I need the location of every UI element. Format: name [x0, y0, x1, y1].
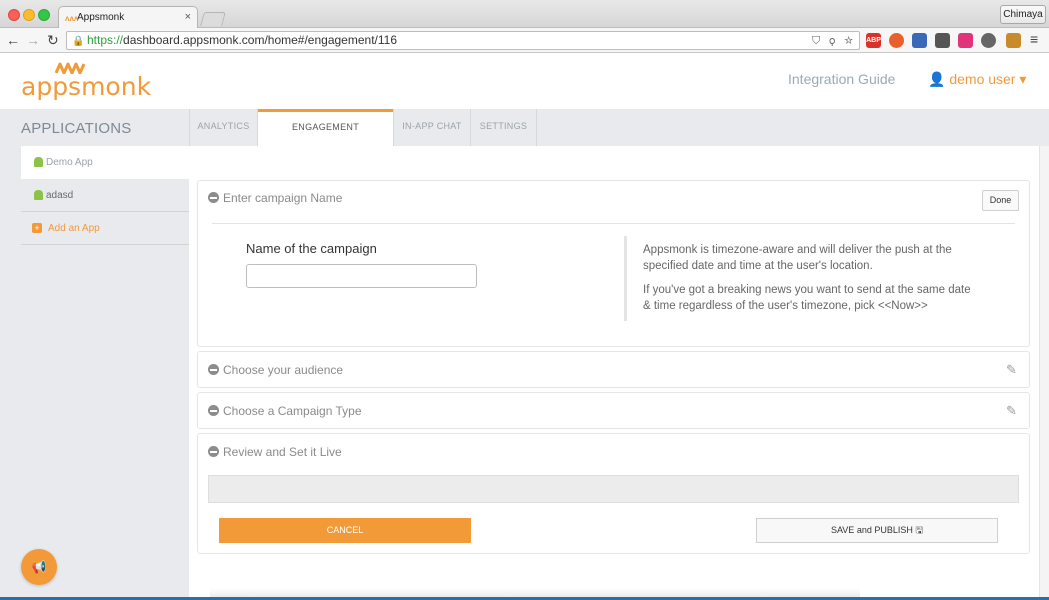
record-extension-icon[interactable]: [958, 33, 973, 48]
scrollbar[interactable]: [1039, 146, 1049, 600]
user-menu-label: demo user ▾: [949, 71, 1027, 87]
pencil-extension-icon[interactable]: [1006, 33, 1021, 48]
collapse-icon[interactable]: [208, 446, 219, 457]
fire-extension-icon[interactable]: [889, 33, 904, 48]
megaphone-icon: 📢: [31, 560, 47, 574]
sidebar-item-adasd[interactable]: adasd: [21, 179, 189, 212]
lock-icon: 🔒: [72, 36, 85, 47]
collapse-icon[interactable]: [208, 364, 219, 375]
collapse-icon[interactable]: [208, 405, 219, 416]
settings-extension-icon[interactable]: [981, 33, 996, 48]
sidebar-item-add-app[interactable]: + Add an App: [21, 212, 189, 245]
pencil-edit-icon[interactable]: ✎: [1006, 362, 1017, 378]
url-path: dashboard.appsmonk.com/home#/engagement/…: [123, 33, 397, 47]
tab-in-app-chat[interactable]: IN-APP CHAT: [393, 109, 471, 146]
adblock-extension-icon[interactable]: ABP: [866, 33, 881, 48]
cancel-button[interactable]: CANCEL: [219, 518, 471, 543]
user-icon: 👤: [928, 71, 946, 87]
browser-tabbar: ʌʌʌ Appsmonk × Chimaya: [0, 0, 1049, 28]
tab-analytics[interactable]: ANALYTICS: [189, 109, 258, 146]
android-icon: [34, 157, 43, 167]
campaign-name-label: Name of the campaign: [246, 241, 377, 256]
tab-engagement[interactable]: ENGAGEMENT: [258, 109, 393, 146]
address-bar-icons[interactable]: ⛉ ⚲ ☆: [812, 33, 856, 50]
minimize-window-button[interactable]: [23, 9, 35, 21]
close-window-button[interactable]: [8, 9, 20, 21]
megaphone-fab-button[interactable]: 📢: [21, 549, 57, 585]
back-arrow-icon[interactable]: ←: [6, 32, 20, 48]
reload-icon[interactable]: ↻: [47, 32, 59, 48]
breaking-news-info-text: If you've got a breaking news you want t…: [643, 284, 971, 312]
address-bar[interactable]: 🔒 https://dashboard.appsmonk.com/home#/e…: [66, 31, 860, 50]
section-title-campaign-name[interactable]: Enter campaign Name: [223, 191, 342, 205]
browser-tab-title: Appsmonk: [77, 12, 125, 23]
section-title-review[interactable]: Review and Set it Live: [223, 445, 342, 459]
user-menu[interactable]: 👤 demo user ▾: [928, 71, 1026, 88]
divider: [212, 223, 1015, 224]
pencil-edit-icon[interactable]: ✎: [1006, 403, 1017, 419]
collapse-icon[interactable]: [208, 192, 219, 203]
sidebar-title: APPLICATIONS: [21, 120, 132, 137]
pocket-extension-icon[interactable]: [935, 33, 950, 48]
done-button[interactable]: Done: [982, 190, 1019, 211]
browser-tab[interactable]: ʌʌʌ Appsmonk ×: [58, 6, 198, 28]
forward-arrow-icon[interactable]: →: [26, 32, 40, 48]
android-icon: [34, 190, 43, 200]
browser-profile-button[interactable]: Chimaya: [1000, 5, 1046, 24]
section-title-campaign-type[interactable]: Choose a Campaign Type: [223, 404, 362, 418]
sidebar-item-label: Demo App: [46, 157, 93, 168]
sidebar-item-label: Add an App: [48, 223, 100, 234]
info-quote-bar: [624, 236, 627, 321]
menu-icon[interactable]: ≡: [1030, 31, 1038, 47]
section-title-audience[interactable]: Choose your audience: [223, 363, 343, 377]
sidebar-item-label: adasd: [46, 190, 74, 201]
campaign-name-input[interactable]: [246, 264, 477, 288]
integration-guide-link[interactable]: Integration Guide: [788, 71, 895, 87]
browser-toolbar: ← → ↻ 🔒 https://dashboard.appsmonk.com/h…: [0, 28, 1049, 53]
close-tab-icon[interactable]: ×: [185, 11, 191, 23]
appsmonk-logo-text[interactable]: appsmonk: [21, 72, 151, 101]
url-scheme: https://: [87, 33, 124, 47]
new-tab-button[interactable]: [200, 12, 226, 26]
v-extension-icon[interactable]: [912, 33, 927, 48]
tab-settings[interactable]: SETTINGS: [471, 109, 537, 146]
save-and-publish-button[interactable]: SAVE and PUBLISH 🖫: [756, 518, 998, 543]
plus-icon: +: [32, 223, 42, 233]
maximize-window-button[interactable]: [38, 9, 50, 21]
sidebar-item-demo-app[interactable]: Demo App: [21, 146, 189, 179]
appsmonk-favicon-icon: ʌʌʌ: [65, 14, 79, 23]
review-summary-bar: [208, 475, 1019, 503]
timezone-info-text: Appsmonk is timezone-aware and will deli…: [643, 244, 952, 272]
